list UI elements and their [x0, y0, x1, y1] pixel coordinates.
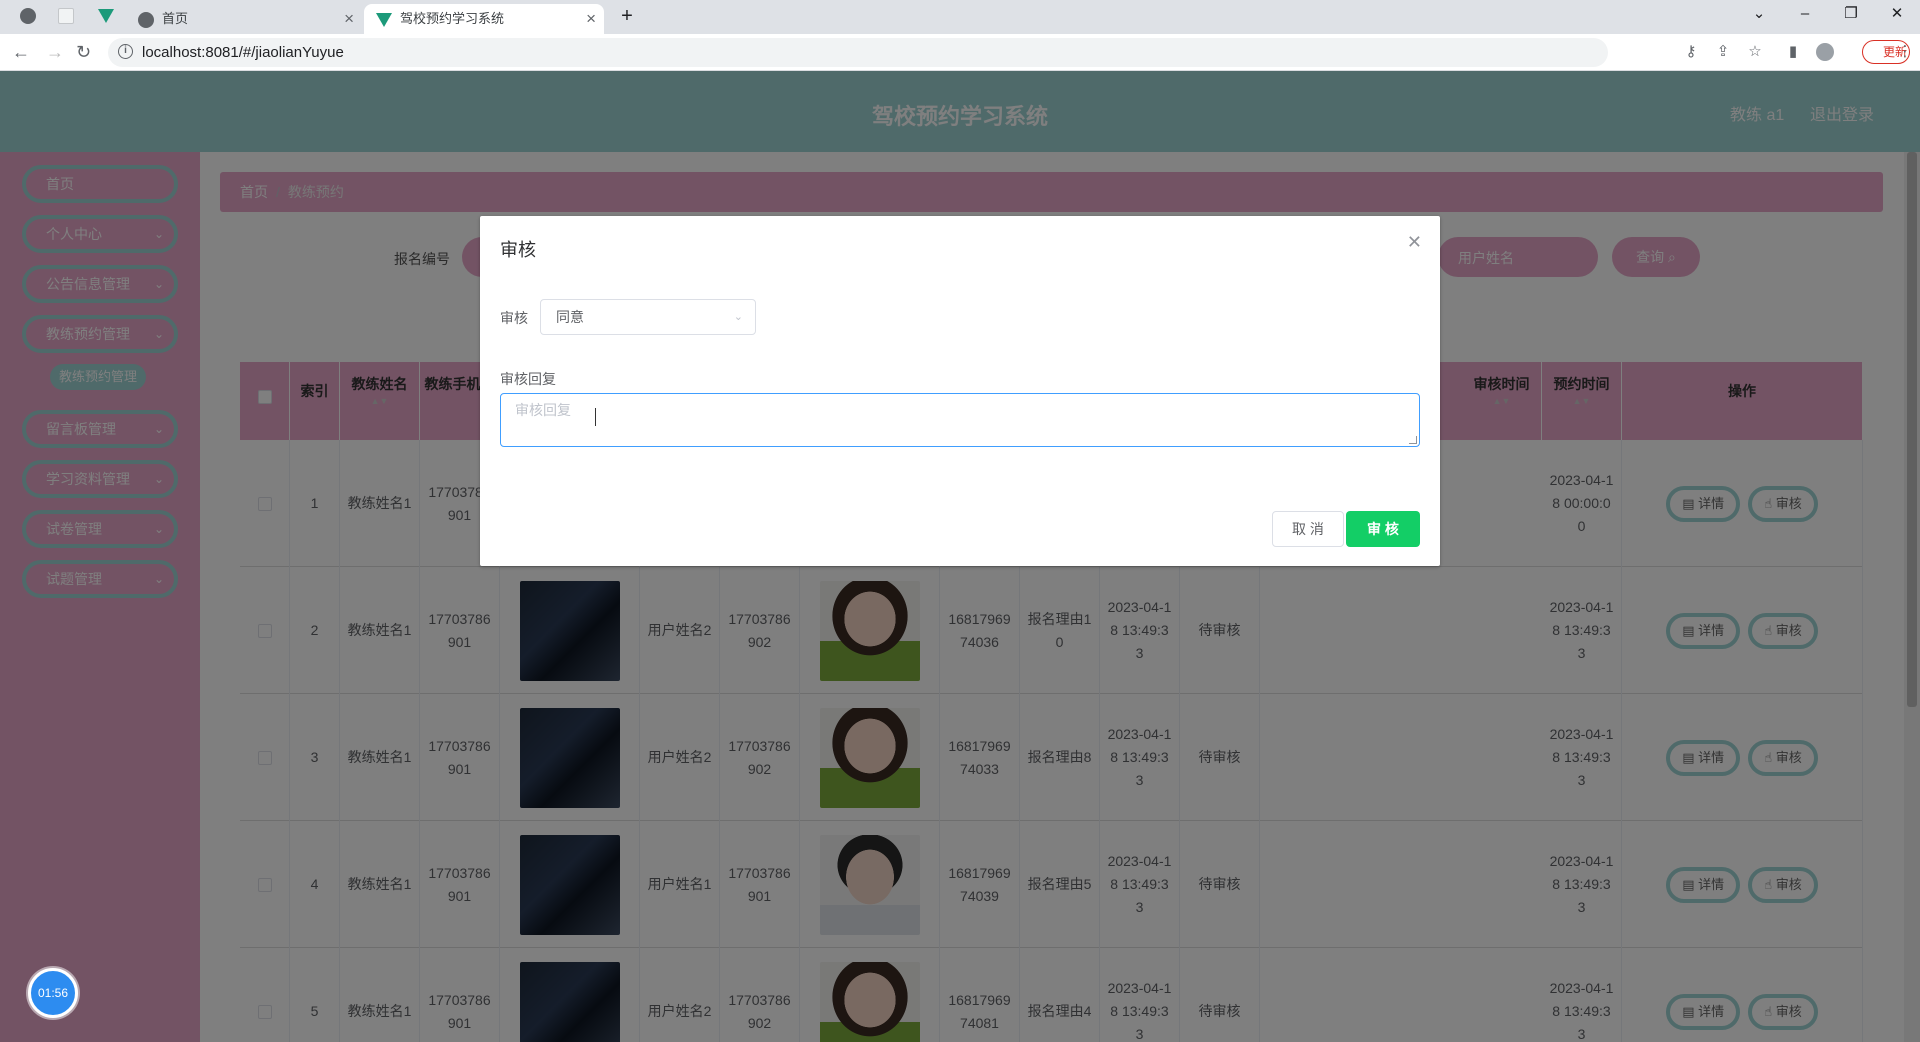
- key-icon[interactable]: ⚷: [1682, 43, 1700, 61]
- tab-label: 驾校预约学习系统: [400, 11, 505, 26]
- minimize-icon[interactable]: –: [1790, 0, 1820, 28]
- chevron-down-icon: ⌄: [733, 311, 743, 323]
- confirm-audit-button[interactable]: 审 核: [1346, 511, 1420, 547]
- browser-tab-strip: 首页 × 驾校预约学习系统 × + ⌄ – ❐ ✕: [0, 0, 1920, 34]
- back-icon[interactable]: ←: [12, 39, 30, 65]
- blank-tab-icon[interactable]: [58, 8, 74, 24]
- timer-badge[interactable]: 01:56: [28, 968, 78, 1018]
- url-field[interactable]: i localhost:8081/#/jiaolianYuyue: [108, 38, 1608, 67]
- close-icon[interactable]: ✕: [1407, 232, 1422, 253]
- tab-search-icon[interactable]: ⌄: [1744, 0, 1774, 28]
- tab-home[interactable]: 首页 ×: [134, 4, 360, 34]
- globe-icon: [138, 12, 154, 28]
- maximize-icon[interactable]: ❐: [1836, 0, 1866, 28]
- audit-field-label: 审核: [500, 310, 528, 326]
- tab-app[interactable]: 驾校预约学习系统 ×: [364, 4, 604, 34]
- share-icon[interactable]: ⇪: [1714, 43, 1732, 61]
- text-cursor: [595, 408, 596, 426]
- cancel-button[interactable]: 取 消: [1272, 511, 1344, 547]
- star-icon[interactable]: ☆: [1746, 43, 1764, 61]
- resize-handle[interactable]: [1409, 436, 1417, 444]
- audit-select[interactable]: 同意 ⌄: [540, 299, 756, 335]
- app-root: 驾校预约学习系统 教练 a1 退出登录 首页 个人中心⌄ 公告信息管理⌄ 教练预…: [0, 71, 1920, 1042]
- address-bar-row: ← → ↻ i localhost:8081/#/jiaolianYuyue ⚷…: [0, 34, 1920, 71]
- globe-icon[interactable]: [20, 8, 36, 24]
- audit-dialog: 审核 ✕ 审核 同意 ⌄ 审核回复 审核回复 取 消 审 核: [480, 216, 1440, 566]
- new-tab-icon[interactable]: +: [612, 2, 642, 30]
- info-icon[interactable]: i: [118, 44, 133, 59]
- reply-field-label: 审核回复: [500, 371, 556, 387]
- audit-selected-value: 同意: [556, 309, 584, 325]
- url-text: localhost:8081/#/jiaolianYuyue: [142, 44, 344, 61]
- close-icon[interactable]: ×: [344, 4, 354, 34]
- close-window-icon[interactable]: ✕: [1882, 0, 1912, 28]
- more-menu-icon[interactable]: ⋮: [1896, 43, 1914, 61]
- profile-icon[interactable]: [1816, 43, 1834, 61]
- reload-icon[interactable]: ↻: [76, 39, 91, 65]
- close-icon[interactable]: ×: [586, 4, 596, 34]
- textarea-placeholder: 审核回复: [515, 402, 571, 418]
- vue-tab-icon[interactable]: [98, 9, 114, 23]
- vue-logo-icon: [376, 13, 392, 27]
- dialog-title: 审核: [500, 240, 536, 260]
- tab-label: 首页: [162, 11, 189, 26]
- reply-textarea[interactable]: 审核回复: [500, 393, 1420, 447]
- side-panel-icon[interactable]: ▮: [1784, 43, 1802, 61]
- forward-icon[interactable]: →: [46, 39, 64, 65]
